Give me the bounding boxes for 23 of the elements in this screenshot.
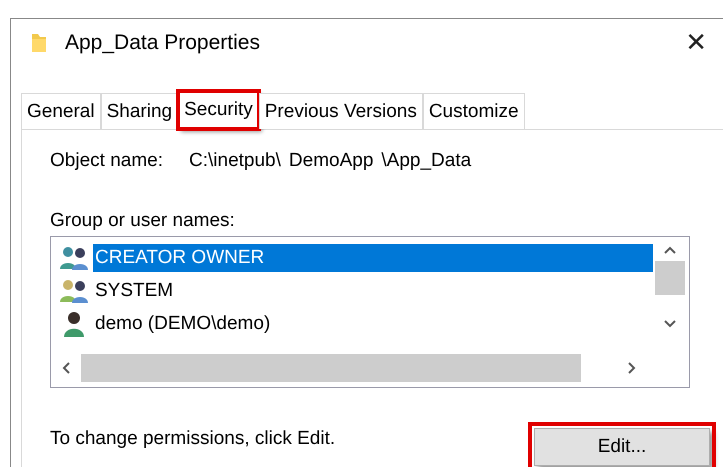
close-button[interactable]: ✕ — [673, 28, 719, 58]
tab[interactable]: Security — [178, 91, 259, 129]
tab[interactable]: Sharing — [100, 93, 178, 129]
window-title: App_Data Properties — [65, 31, 261, 55]
group-list-label: Group or user names: — [50, 210, 236, 232]
group-list-item[interactable]: CREATOR OWNER — [93, 244, 653, 272]
scroll-right-icon[interactable] — [627, 361, 637, 375]
scroll-up-icon[interactable] — [663, 245, 677, 255]
object-path-text: DemoApp — [288, 150, 374, 172]
object-name-label: Object name: — [50, 150, 163, 172]
tab[interactable]: Previous Versions — [258, 93, 423, 129]
group-list-item[interactable]: SYSTEM — [93, 276, 653, 304]
tab[interactable]: General — [21, 93, 101, 129]
group-list-item[interactable]: demo (DEMO\demo) — [93, 310, 653, 338]
scroll-down-icon[interactable] — [663, 319, 677, 329]
users-icon — [59, 244, 91, 270]
object-path-text: \App_Data — [381, 150, 472, 172]
scroll-left-icon[interactable] — [61, 361, 71, 375]
folder-icon — [31, 32, 47, 54]
users-icon — [59, 278, 91, 304]
permissions-hint: To change permissions, click Edit. — [50, 428, 336, 450]
tab[interactable]: Customize — [422, 93, 525, 129]
object-path-text: C:\inetpub\ — [189, 150, 281, 172]
